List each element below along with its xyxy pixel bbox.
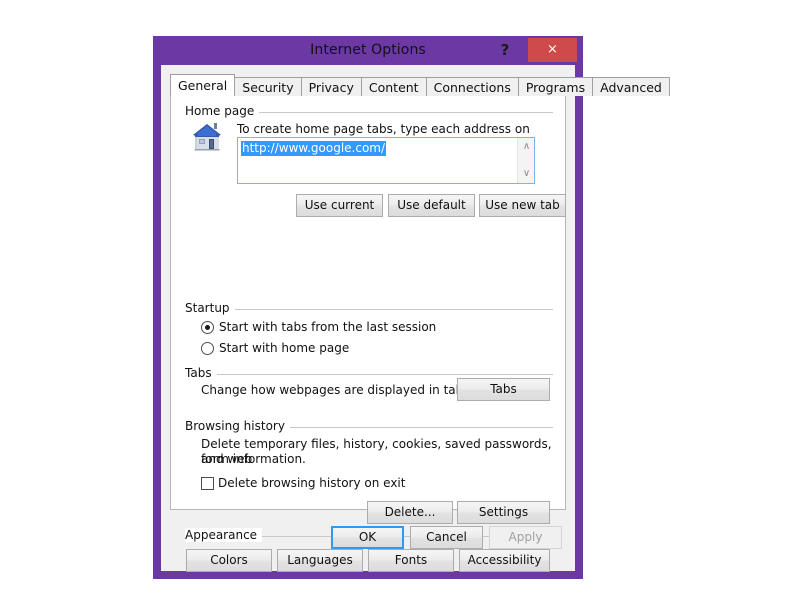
help-icon[interactable]: ? [496,39,514,61]
radio-indicator-unselected [201,342,214,355]
use-default-button[interactable]: Use default [388,194,475,217]
group-rule-tabs [209,374,553,375]
tab-content[interactable]: Content [360,77,427,96]
cancel-button[interactable]: Cancel [410,526,483,549]
group-label-browsing-history: Browsing history [185,419,290,433]
tab-strip: General Security Privacy Content Connect… [170,74,670,96]
action-bar: OK Cancel Apply [161,519,575,571]
group-rule-startup [233,309,553,310]
apply-button: Apply [489,526,562,549]
internet-options-window: Internet Options ? × General Security Pr… [153,36,670,579]
scroll-up-icon[interactable]: ∧ [518,139,535,155]
tab-programs[interactable]: Programs [517,77,594,96]
group-rule-browsing-history [273,427,553,428]
tab-privacy[interactable]: Privacy [300,77,362,96]
group-label-home-page: Home page [185,104,260,118]
radio-label-start-with-tabs: Start with tabs from the last session [219,320,437,334]
dialog-body: General Security Privacy Content Connect… [161,65,670,572]
radio-label-start-with-home-page: Start with home page [219,341,350,355]
radio-indicator-selected [201,321,214,334]
group-label-appearance: Appearance [185,528,263,542]
group-rule-home-page [256,112,553,113]
tab-connections[interactable]: Connections [425,77,519,96]
tab-security[interactable]: Security [234,77,302,96]
tab-general[interactable]: General [170,74,236,96]
ok-button[interactable]: OK [331,526,404,549]
home-page-value: http://www.google.com/ [241,141,387,156]
home-page-scrollbar[interactable]: ∧ ∨ [517,138,534,183]
tab-panel-general: Home page To create home page tabs, type… [170,95,566,572]
checkbox-indicator-unchecked [201,477,214,490]
title-bar: Internet Options ? × [153,36,583,65]
group-label-tabs: Tabs [185,366,217,380]
close-icon[interactable]: × [528,38,577,62]
browsing-history-description-line2: form information. [201,452,306,466]
home-page-input[interactable]: http://www.google.com/ ∧ ∨ [237,137,535,184]
tab-advanced[interactable]: Advanced [592,77,670,96]
tabs-description: Change how webpages are displayed in tab… [201,383,474,397]
house-icon [193,123,221,151]
tabs-button[interactable]: Tabs [457,378,550,401]
use-current-button[interactable]: Use current [296,194,383,217]
scroll-down-icon[interactable]: ∨ [518,166,535,182]
use-new-tab-button[interactable]: Use new tab [479,194,566,217]
checkbox-label-delete-history-on-exit: Delete browsing history on exit [218,476,406,490]
group-label-startup: Startup [185,301,235,315]
window-title: Internet Options [310,42,426,58]
